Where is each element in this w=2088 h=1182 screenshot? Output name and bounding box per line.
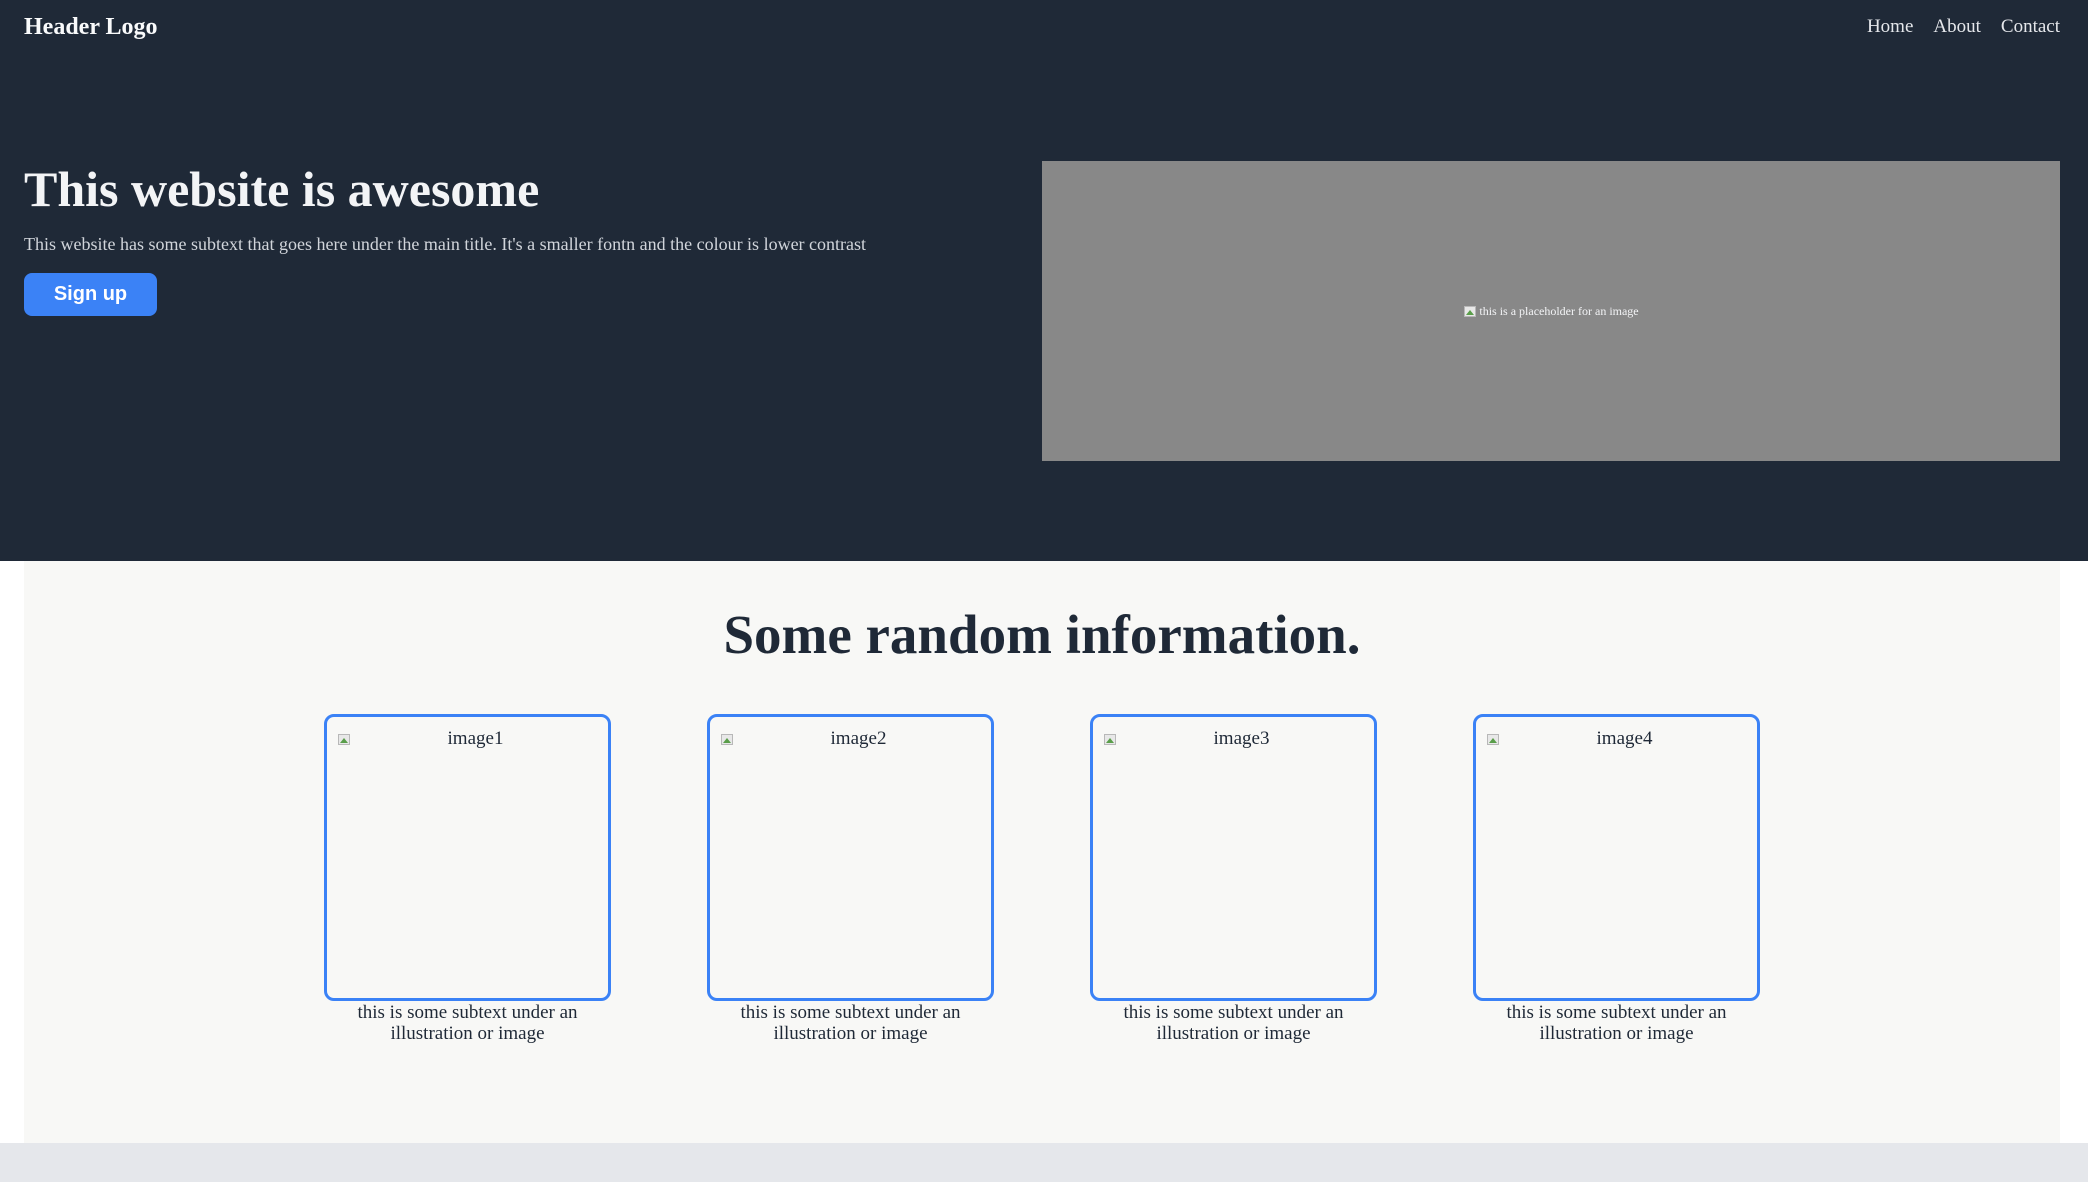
hero-image-alt-text: this is a placeholder for an image: [1479, 303, 1639, 318]
broken-image-icon: [720, 732, 734, 746]
hero-image-alt: this is a placeholder for an image: [1463, 303, 1639, 319]
card-caption: this is some subtext under an illustrati…: [1506, 1002, 1727, 1044]
broken-image-icon: [337, 732, 351, 746]
nav-contact-link[interactable]: Contact: [2001, 14, 2060, 40]
card-image-alt: image2: [720, 727, 983, 751]
footer-strip: [0, 1143, 2088, 1182]
nav-about-link[interactable]: About: [1933, 14, 1981, 40]
card-image-alt-text: image4: [1596, 728, 1653, 749]
card-image-frame: image1: [324, 714, 611, 1001]
header-logo[interactable]: Header Logo: [24, 12, 158, 42]
hero-image-placeholder: this is a placeholder for an image: [1042, 161, 2060, 461]
hero-section: Header Logo Home About Contact This webs…: [0, 0, 2088, 561]
broken-image-icon: [1103, 732, 1117, 746]
sign-up-button[interactable]: Sign up: [24, 273, 157, 316]
info-card-4: image4 this is some subtext under an ill…: [1473, 714, 1760, 1044]
info-title: Some random information.: [723, 604, 1361, 665]
card-image-alt-text: image1: [447, 728, 504, 749]
card-image-frame: image4: [1473, 714, 1760, 1001]
page-gutter-left: [0, 561, 24, 1143]
card-caption: this is some subtext under an illustrati…: [740, 1002, 961, 1044]
nav-home-link[interactable]: Home: [1867, 14, 1913, 40]
broken-image-icon: [1486, 732, 1500, 746]
main-nav: Home About Contact: [1867, 14, 2060, 40]
hero-subtitle: This website has some subtext that goes …: [24, 234, 867, 254]
info-card-1: image1 this is some subtext under an ill…: [324, 714, 611, 1044]
info-card-2: image2 this is some subtext under an ill…: [707, 714, 994, 1044]
card-image-alt: image4: [1486, 727, 1749, 751]
card-image-alt: image3: [1103, 727, 1366, 751]
info-card-3: image3 this is some subtext under an ill…: [1090, 714, 1377, 1044]
card-caption: this is some subtext under an illustrati…: [357, 1002, 578, 1044]
card-image-alt-text: image3: [1213, 728, 1270, 749]
info-section: Some random information. image1 this is …: [24, 561, 2060, 1143]
card-caption: this is some subtext under an illustrati…: [1123, 1002, 1344, 1044]
card-image-frame: image2: [707, 714, 994, 1001]
hero-title: This website is awesome: [24, 161, 540, 217]
card-image-frame: image3: [1090, 714, 1377, 1001]
card-image-alt-text: image2: [830, 728, 887, 749]
broken-image-icon: [1463, 304, 1477, 318]
page-gutter-right: [2060, 561, 2088, 1143]
card-image-alt: image1: [337, 727, 600, 751]
